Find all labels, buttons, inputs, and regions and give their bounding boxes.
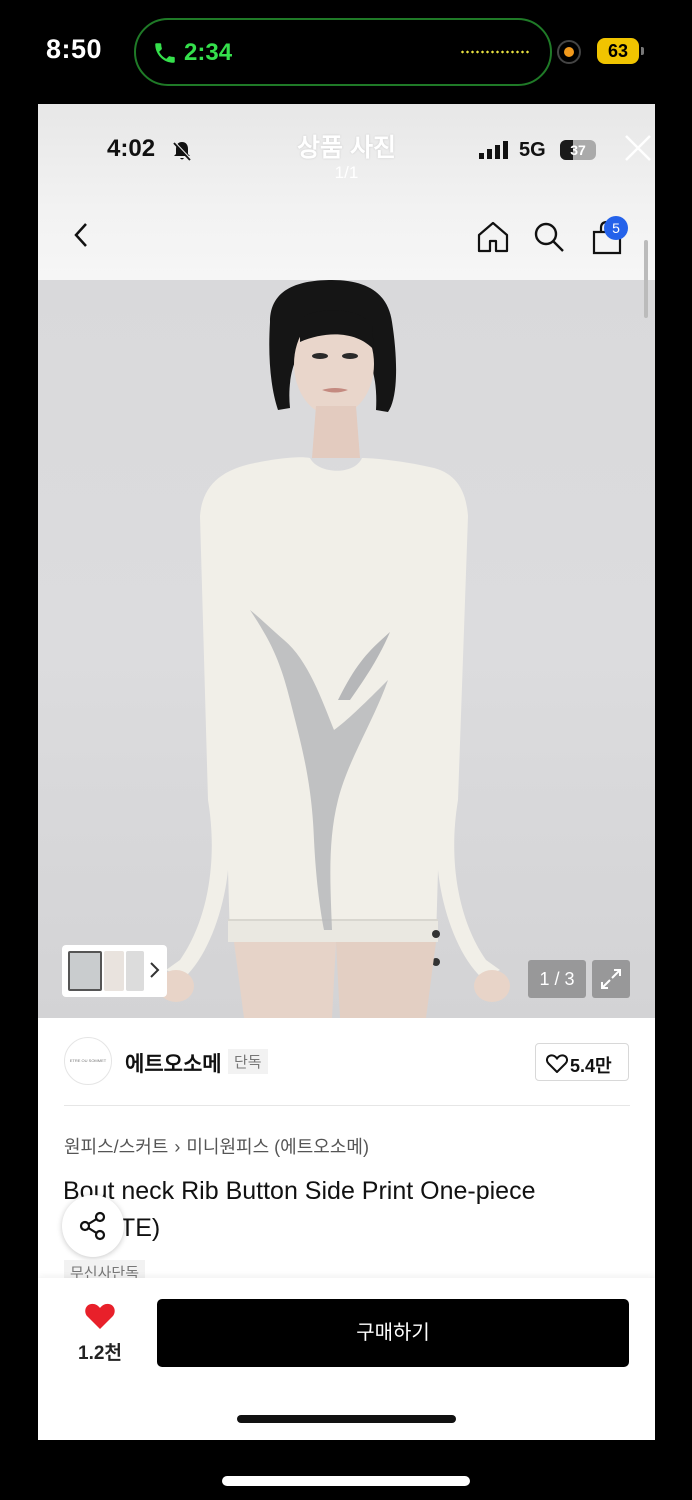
battery-nub <box>641 47 644 55</box>
device-battery: 63 <box>597 38 639 64</box>
heart-filled-icon[interactable] <box>84 1302 116 1330</box>
breadcrumb: 원피스/스커트 › 미니원피스 (에트오소메) <box>64 1133 369 1159</box>
inner-home-indicator <box>237 1415 456 1423</box>
call-duration: 2:34 <box>184 39 233 66</box>
app-screenshot: 1 / 3 4:02 상품 사진 1/1 5G 37 5 ETRE OU SOM… <box>38 104 655 1440</box>
breadcrumb-separator-icon: › <box>174 1137 181 1157</box>
product-photo[interactable]: 1 / 3 <box>38 280 655 1018</box>
expand-icon <box>601 969 621 989</box>
product-title: Bout neck Rib Button Side Print One-piec… <box>63 1177 536 1242</box>
phone-icon <box>155 43 175 63</box>
breadcrumb-category[interactable]: 원피스/스커트 <box>64 1137 168 1157</box>
close-icon[interactable] <box>622 132 654 164</box>
cart-count-badge: 5 <box>604 216 628 240</box>
home-icon[interactable] <box>476 220 510 254</box>
heart-outline-icon <box>546 1054 568 1073</box>
thumbnail-1[interactable] <box>68 951 102 991</box>
thumbnail-3[interactable] <box>126 951 144 991</box>
breadcrumb-subcategory[interactable]: 미니원피스 (에트오소메) <box>186 1137 369 1157</box>
brand-like-count: 5.4만 <box>570 1056 612 1076</box>
viewer-count: 1/1 <box>334 163 359 182</box>
share-button[interactable] <box>62 1195 124 1257</box>
model-illustration <box>158 280 510 1018</box>
microphone-indicator-icon <box>557 40 581 64</box>
buy-button[interactable]: 구매하기 <box>157 1299 629 1367</box>
favorite-count: 1.2천 <box>78 1343 122 1364</box>
share-icon <box>79 1211 106 1241</box>
chevron-right-icon <box>150 962 160 978</box>
device-status-bar: 8:50 2:34 63 <box>0 0 692 100</box>
expand-button[interactable] <box>592 960 630 998</box>
viewer-header: 4:02 상품 사진 1/1 5G 37 5 <box>38 104 655 318</box>
back-arrow-icon[interactable] <box>68 220 96 250</box>
audio-waveform-icon <box>460 50 530 54</box>
device-time: 8:50 <box>46 34 103 64</box>
search-icon[interactable] <box>532 220 566 254</box>
image-counter: 1 / 3 <box>528 960 586 998</box>
home-indicator[interactable] <box>222 1476 470 1486</box>
active-call-pill[interactable]: 2:34 <box>134 18 552 86</box>
thumbnail-strip[interactable] <box>62 945 167 997</box>
scrollbar[interactable] <box>644 240 648 318</box>
network-label: 5G <box>519 139 546 161</box>
exclusive-tag: 단독 <box>228 1049 268 1074</box>
divider <box>64 1105 630 1106</box>
thumbnail-2[interactable] <box>104 951 124 991</box>
brand-like-button[interactable]: 5.4만 <box>535 1043 629 1081</box>
signal-icon <box>479 141 508 159</box>
brand-logo[interactable]: ETRE OU SOMMET <box>64 1037 112 1085</box>
inner-battery: 37 <box>560 140 596 160</box>
brand-name[interactable]: 에트오소메 <box>125 1048 222 1078</box>
